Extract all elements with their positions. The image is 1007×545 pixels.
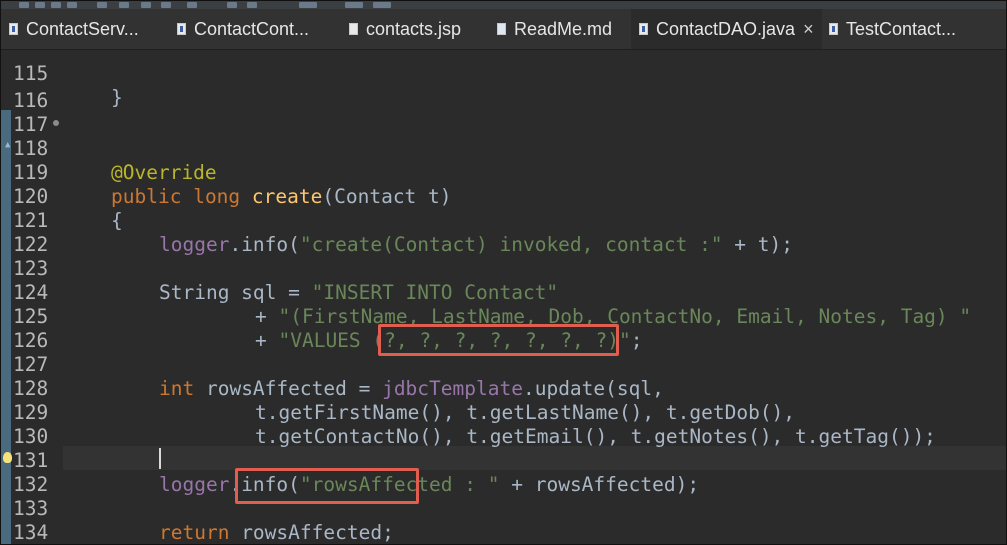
code-line: 133 return rowsAffected; [1,473,1006,544]
code-line: 124 + "(FirstName, LastName, Dob, Contac… [1,257,1006,328]
java-file-icon [829,23,838,35]
pin-icon[interactable] [97,2,107,8]
toggle-mark-icon[interactable] [187,2,197,8]
code-line: 117 [1,89,1006,136]
code-line: 134 } [1,497,1006,544]
code-line: 135 [1,521,1006,544]
next-annotation-icon[interactable] [227,2,237,8]
text-caret [159,448,161,469]
nav-arrow-icon[interactable] [373,2,391,8]
markdown-file-icon [497,23,506,35]
forward-arrow-icon[interactable] [345,2,363,8]
code-line: 119 public long create(Contact t) [1,137,1006,208]
run-icon[interactable] [19,2,29,8]
code-line: 120 { [1,161,1006,232]
tab-label: ContactDAO.java [656,18,796,39]
code-line: 123 String sql = "INSERT INTO Contact" [1,233,1006,304]
code-editor[interactable]: ▲ 115 } 116 117 118 @Override 119 public… [1,50,1006,544]
java-file-icon [9,23,18,35]
debug-icon[interactable] [35,2,45,8]
code-line: 132 [1,449,1006,496]
java-file-icon [639,23,648,35]
tab-label: contacts.jsp [366,18,462,39]
tab-label: ReadMe.md [514,18,613,39]
toolbar-strip [1,1,1006,9]
tab-label: TestContact... [846,18,957,39]
code-line: 130 [1,401,1006,448]
code-line: 122 [1,209,1006,256]
code-line: 121 logger.info("create(Contact) invoked… [1,185,1006,256]
tab-label: ContactServ... [26,18,139,39]
prev-annotation-icon[interactable] [247,2,257,8]
open-type-icon[interactable] [67,2,77,8]
highlight-box-jdbc-update [378,324,619,356]
eclipse-editor-window: ContactServ... ContactCont... contacts.j… [0,0,1007,545]
edit-icon[interactable] [119,2,129,8]
search-icon[interactable] [51,2,61,8]
show-whitespace-icon[interactable] [161,2,171,8]
annotation-icon[interactable] [141,2,151,8]
code-line: 115 } [1,38,1006,109]
code-line: 125 + "VALUES (?, ?, ?, ?, ?, ?, ?)"; [1,281,1006,352]
java-file-icon [177,23,186,35]
highlight-box-return-value [235,468,419,504]
close-tab-icon[interactable]: × [803,19,814,40]
code-line: 131 logger.info("rowsAffected : " + rows… [1,425,1006,496]
code-line: 116 [1,65,1006,112]
jsp-file-icon [349,23,358,35]
back-arrow-icon[interactable] [299,2,317,8]
code-line: 118 @Override [1,113,1006,184]
code-line: 129 t.getContactNo(), t.getEmail(), t.ge… [1,377,1006,448]
tab-label: ContactCont... [194,18,310,39]
code-line: 128 t.getFirstName(), t.getLastName(), t… [1,353,1006,424]
